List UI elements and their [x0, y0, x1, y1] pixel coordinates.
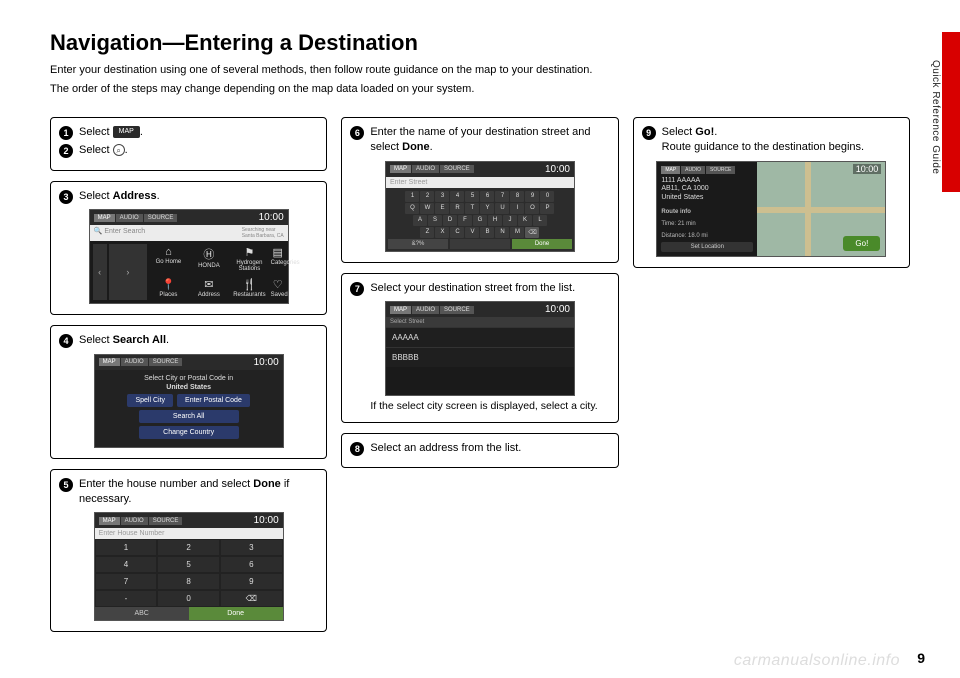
- intro-line-2: The order of the steps may change depend…: [50, 81, 910, 98]
- step-number-6: 6: [350, 126, 364, 140]
- step-4-text: Select Search All.: [79, 333, 318, 348]
- page-number: 9: [917, 650, 925, 666]
- go-button: Go!: [843, 236, 880, 251]
- step-box-4: 4 Select Search All. MAP AUDIO SOURCE 10…: [50, 325, 327, 458]
- step-number-2: 2: [59, 144, 73, 158]
- step-box-1-2: 1 Select MAP. 2 Select ⌕.: [50, 117, 327, 171]
- search-icon: ⌕: [113, 144, 125, 156]
- screenshot-step-5: MAP AUDIO SOURCE 10:00 Enter House Numbe…: [94, 512, 284, 621]
- screenshot-step-9: MAP AUDIO SOURCE 1111 AAAAA AB11, CA 100…: [656, 161, 886, 257]
- screenshot-step-7: MAP AUDIO SOURCE 10:00 Select Street AAA…: [385, 301, 575, 396]
- side-tab: [942, 32, 960, 192]
- step-box-5: 5 Enter the house number and select Done…: [50, 469, 327, 633]
- step-box-8: 8 Select an address from the list.: [341, 433, 618, 468]
- step-2-text: Select ⌕.: [79, 143, 318, 158]
- step-number-3: 3: [59, 190, 73, 204]
- step-3-text: Select Address.: [79, 189, 318, 204]
- watermark: carmanualsonline.info: [734, 652, 900, 670]
- intro-line-1: Enter your destination using one of seve…: [50, 62, 910, 79]
- step-box-6: 6 Enter the name of your destination str…: [341, 117, 618, 263]
- column-1: 1 Select MAP. 2 Select ⌕. 3 Select Add: [50, 117, 327, 632]
- step-number-7: 7: [350, 282, 364, 296]
- side-section-label: Quick Reference Guide: [930, 60, 941, 174]
- step-5-text: Enter the house number and select Done i…: [79, 477, 318, 508]
- step-7-note: If the select city screen is displayed, …: [370, 400, 609, 414]
- step-6-text: Enter the name of your destination stree…: [370, 125, 609, 156]
- page-title: Navigation—Entering a Destination: [50, 30, 910, 56]
- step-number-5: 5: [59, 478, 73, 492]
- step-number-9: 9: [642, 126, 656, 140]
- step-box-3: 3 Select Address. MAP AUDIO SOURCE 10:00: [50, 181, 327, 315]
- column-2: 6 Enter the name of your destination str…: [341, 117, 618, 632]
- screenshot-step-6: MAP AUDIO SOURCE 10:00 Enter Street 1234…: [385, 161, 575, 252]
- screenshot-step-3: MAP AUDIO SOURCE 10:00 🔍 Enter Search Se…: [89, 209, 289, 304]
- step-8-text: Select an address from the list.: [370, 441, 609, 456]
- map-badge: MAP: [113, 126, 140, 138]
- step-1-text: Select MAP.: [79, 125, 318, 140]
- step-box-7: 7 Select your destination street from th…: [341, 273, 618, 423]
- step-number-4: 4: [59, 334, 73, 348]
- screenshot-step-4: MAP AUDIO SOURCE 10:00 Select City or Po…: [94, 354, 284, 448]
- step-9-text: Select Go!. Route guidance to the destin…: [662, 125, 901, 156]
- step-number-8: 8: [350, 442, 364, 456]
- step-box-9: 9 Select Go!. Route guidance to the dest…: [633, 117, 910, 268]
- column-3: 9 Select Go!. Route guidance to the dest…: [633, 117, 910, 632]
- step-7-text: Select your destination street from the …: [370, 281, 609, 296]
- step-number-1: 1: [59, 126, 73, 140]
